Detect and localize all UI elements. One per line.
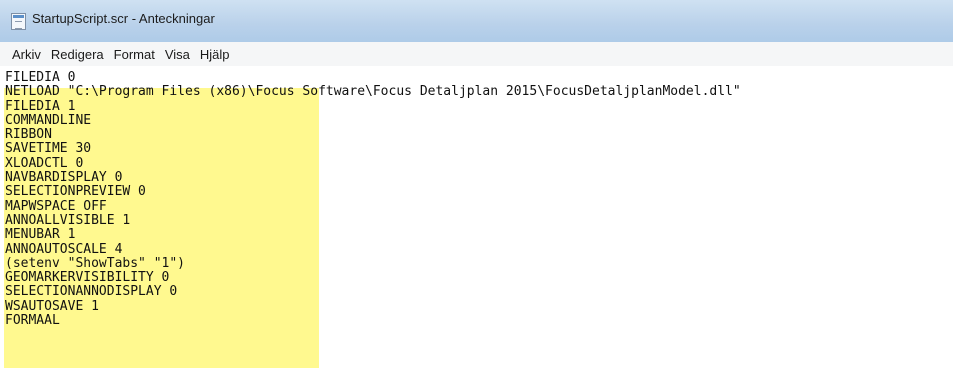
window-title: StartupScript.scr - Anteckningar [32,11,215,26]
text-line: FILEDIA 1 [5,98,76,114]
text-line: MAPWSPACE OFF [5,198,107,214]
menu-redigera[interactable]: Redigera [51,47,104,62]
menu-arkiv[interactable]: Arkiv [12,47,41,62]
text-line: SELECTIONANNODISPLAY 0 [5,284,178,300]
text-line: NAVBARDISPLAY 0 [5,170,123,186]
text-content[interactable]: FILEDIA 0 NETLOAD "C:\Program Files (x86… [5,70,741,329]
menu-hjalp[interactable]: Hjälp [200,47,230,62]
text-line: WSAUTOSAVE 1 [5,298,99,314]
text-line: SAVETIME 30 [5,141,92,157]
text-line: FILEDIA 0 [5,70,76,85]
text-line: COMMANDLINE [5,112,92,128]
text-line: ANNOALLVISIBLE 1 [5,212,131,228]
text-line: ANNOAUTOSCALE 4 [5,241,123,257]
text-line: NETLOAD "C:\Program Files (x86)\Focus So… [5,84,741,100]
title-bar[interactable]: StartupScript.scr - Anteckningar [0,0,953,43]
menu-format[interactable]: Format [114,47,155,62]
text-line: RIBBON [5,127,52,143]
notepad-window: StartupScript.scr - Anteckningar Arkiv R… [0,0,953,376]
text-line: MENUBAR 1 [5,227,76,243]
text-line: XLOADCTL 0 [5,155,84,171]
text-line: SELECTIONPREVIEW 0 [5,184,146,200]
menu-visa[interactable]: Visa [165,47,190,62]
menu-bar: Arkiv Redigera Format Visa Hjälp [0,42,953,67]
text-line: (setenv "ShowTabs" "1") [5,255,186,271]
text-line: FORMAAL [5,313,60,329]
text-line: GEOMARKERVISIBILITY 0 [5,270,170,286]
notepad-icon[interactable] [11,13,26,30]
